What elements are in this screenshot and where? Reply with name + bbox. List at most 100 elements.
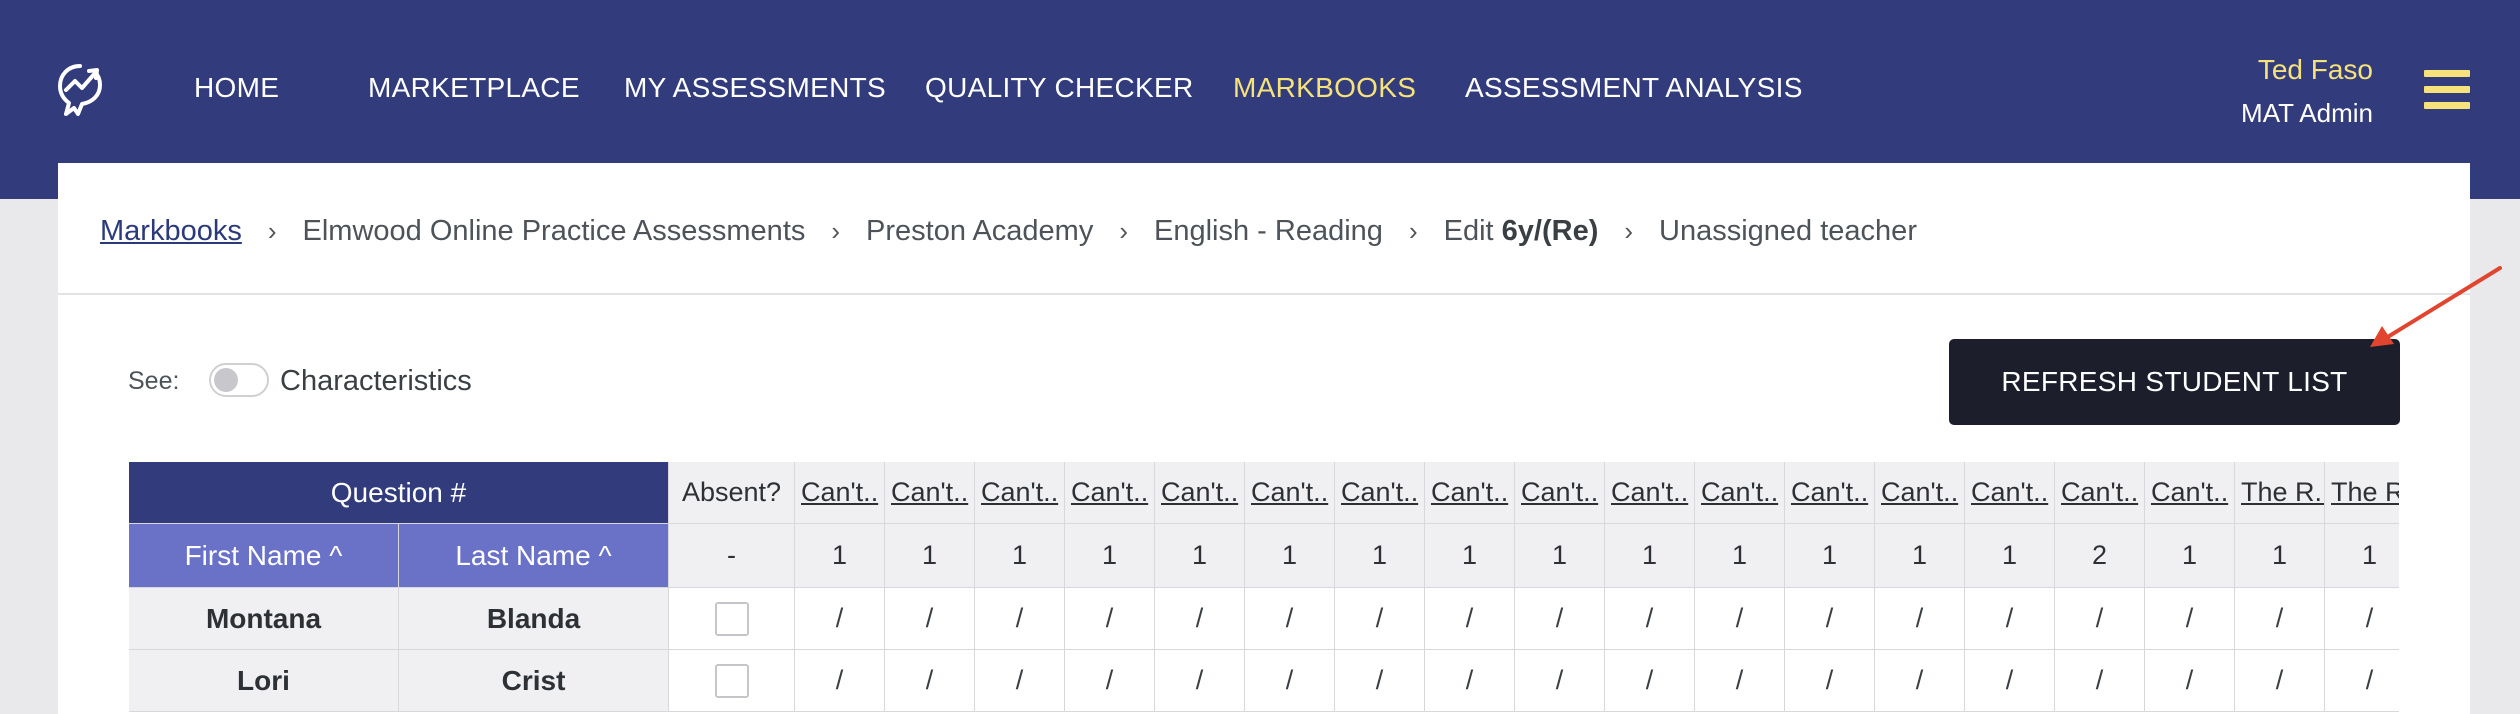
question-header-link[interactable]: Can't.. bbox=[1425, 462, 1515, 524]
question-max-marks: 2 bbox=[2055, 524, 2145, 588]
see-label: See: bbox=[128, 367, 180, 395]
mark-entry-cell[interactable]: / bbox=[1065, 650, 1155, 712]
mark-entry-cell[interactable]: / bbox=[2055, 588, 2145, 650]
mark-entry-cell[interactable]: / bbox=[1965, 650, 2055, 712]
question-max-marks: 1 bbox=[2145, 524, 2235, 588]
nav-markbooks[interactable]: MARKBOOKS bbox=[1233, 72, 1416, 104]
question-header-link[interactable]: The R.. bbox=[2235, 462, 2325, 524]
breadcrumb-trust: Elmwood Online Practice Assessments bbox=[302, 214, 806, 247]
question-max-marks: 1 bbox=[2325, 524, 2399, 588]
question-header-link[interactable]: Can't.. bbox=[1155, 462, 1245, 524]
first-name-sort-header[interactable]: First Name ^ bbox=[129, 524, 399, 588]
mark-entry-cell[interactable]: / bbox=[2325, 588, 2399, 650]
question-max-marks: 1 bbox=[1965, 524, 2055, 588]
mark-entry-cell[interactable]: / bbox=[795, 650, 885, 712]
mark-entry-cell[interactable]: / bbox=[1425, 650, 1515, 712]
mark-entry-cell[interactable]: / bbox=[885, 650, 975, 712]
mark-entry-cell[interactable]: / bbox=[1335, 650, 1425, 712]
mark-entry-cell[interactable]: / bbox=[885, 588, 975, 650]
question-max-marks: 1 bbox=[795, 524, 885, 588]
annotation-arrow-icon bbox=[2370, 266, 2502, 347]
mark-entry-cell[interactable]: / bbox=[1155, 588, 1245, 650]
mark-entry-cell[interactable]: / bbox=[2145, 588, 2235, 650]
question-header-link[interactable]: Can't.. bbox=[1065, 462, 1155, 524]
breadcrumb-separator: › bbox=[1408, 215, 1418, 246]
question-max-marks: 1 bbox=[1065, 524, 1155, 588]
question-max-marks: 1 bbox=[2235, 524, 2325, 588]
question-max-marks: 1 bbox=[1695, 524, 1785, 588]
mark-entry-cell[interactable]: / bbox=[1515, 588, 1605, 650]
question-max-marks: 1 bbox=[1875, 524, 1965, 588]
mark-entry-cell[interactable]: / bbox=[2325, 650, 2399, 712]
mark-entry-cell[interactable]: / bbox=[1965, 588, 2055, 650]
mark-entry-cell[interactable]: / bbox=[1065, 588, 1155, 650]
mark-entry-cell[interactable]: / bbox=[1695, 588, 1785, 650]
mark-entry-cell[interactable]: / bbox=[1335, 588, 1425, 650]
question-header-link[interactable]: Can't.. bbox=[885, 462, 975, 524]
mark-entry-cell[interactable]: / bbox=[975, 650, 1065, 712]
question-max-marks: 1 bbox=[1515, 524, 1605, 588]
mark-entry-cell[interactable]: / bbox=[795, 588, 885, 650]
nav-assessment-analysis[interactable]: ASSESSMENT ANALYSIS bbox=[1465, 72, 1803, 104]
mark-entry-cell[interactable]: / bbox=[1515, 650, 1605, 712]
hamburger-menu-icon[interactable] bbox=[2424, 70, 2470, 110]
mark-entry-cell[interactable]: / bbox=[1785, 650, 1875, 712]
mark-entry-cell[interactable]: / bbox=[1875, 588, 1965, 650]
question-header-link[interactable]: Can't.. bbox=[1605, 462, 1695, 524]
question-max-marks: 1 bbox=[975, 524, 1065, 588]
question-header-link[interactable]: Can't.. bbox=[1515, 462, 1605, 524]
breadcrumb-class-name: 6y/(Re) bbox=[1501, 214, 1599, 247]
absent-checkbox-cell bbox=[669, 650, 795, 712]
question-max-marks: 1 bbox=[885, 524, 975, 588]
absent-header: Absent? bbox=[669, 462, 795, 524]
user-name[interactable]: Ted Faso bbox=[2258, 54, 2373, 86]
breadcrumb-edit-prefix: Edit bbox=[1443, 214, 1494, 247]
question-max-marks: 1 bbox=[1605, 524, 1695, 588]
question-max-marks: 1 bbox=[1785, 524, 1875, 588]
mark-entry-cell[interactable]: / bbox=[1785, 588, 1875, 650]
question-header-link[interactable]: Can't.. bbox=[1785, 462, 1875, 524]
mark-entry-cell[interactable]: / bbox=[1605, 650, 1695, 712]
refresh-student-list-button[interactable]: REFRESH STUDENT LIST bbox=[1949, 339, 2400, 425]
mark-entry-cell[interactable]: / bbox=[1605, 588, 1695, 650]
question-max-marks: 1 bbox=[1155, 524, 1245, 588]
absent-checkbox[interactable] bbox=[714, 663, 749, 698]
question-max-marks: 1 bbox=[1245, 524, 1335, 588]
question-header-link[interactable]: Can't.. bbox=[1695, 462, 1785, 524]
nav-marketplace[interactable]: MARKETPLACE bbox=[368, 72, 580, 104]
question-header-link[interactable]: Can't.. bbox=[2055, 462, 2145, 524]
mark-entry-cell[interactable]: / bbox=[2055, 650, 2145, 712]
question-header-link[interactable]: Can't.. bbox=[2145, 462, 2235, 524]
question-header-link[interactable]: Can't.. bbox=[795, 462, 885, 524]
mark-entry-cell[interactable]: / bbox=[1245, 588, 1335, 650]
mark-entry-cell[interactable]: / bbox=[1245, 650, 1335, 712]
nav-home[interactable]: HOME bbox=[194, 72, 279, 104]
mark-entry-cell[interactable]: / bbox=[2235, 650, 2325, 712]
toggle-knob bbox=[214, 368, 238, 392]
growth-chart-logo-icon[interactable] bbox=[55, 62, 105, 118]
question-header-link[interactable]: Can't.. bbox=[1965, 462, 2055, 524]
mark-entry-cell[interactable]: / bbox=[2145, 650, 2235, 712]
breadcrumb-separator: › bbox=[831, 215, 841, 246]
question-header-link[interactable]: The R.. bbox=[2325, 462, 2399, 524]
breadcrumb: Markbooks › Elmwood Online Practice Asse… bbox=[100, 211, 1917, 251]
breadcrumb-separator: › bbox=[267, 215, 277, 246]
nav-my-assessments[interactable]: MY ASSESSMENTS bbox=[624, 72, 886, 104]
question-header-link[interactable]: Can't.. bbox=[1875, 462, 1965, 524]
question-max-marks: 1 bbox=[1425, 524, 1515, 588]
mark-entry-cell[interactable]: / bbox=[1695, 650, 1785, 712]
characteristics-toggle[interactable] bbox=[209, 363, 269, 397]
nav-quality-checker[interactable]: QUALITY CHECKER bbox=[925, 72, 1194, 104]
absent-checkbox[interactable] bbox=[714, 601, 749, 636]
mark-entry-cell[interactable]: / bbox=[1155, 650, 1245, 712]
question-header-link[interactable]: Can't.. bbox=[1335, 462, 1425, 524]
mark-entry-cell[interactable]: / bbox=[1875, 650, 1965, 712]
question-header-link[interactable]: Can't.. bbox=[1245, 462, 1335, 524]
last-name-sort-header[interactable]: Last Name ^ bbox=[399, 524, 669, 588]
mark-entry-cell[interactable]: / bbox=[2235, 588, 2325, 650]
breadcrumb-markbooks-link[interactable]: Markbooks bbox=[100, 215, 242, 248]
breadcrumb-separator: › bbox=[1624, 215, 1634, 246]
question-header-link[interactable]: Can't.. bbox=[975, 462, 1065, 524]
mark-entry-cell[interactable]: / bbox=[1425, 588, 1515, 650]
mark-entry-cell[interactable]: / bbox=[975, 588, 1065, 650]
